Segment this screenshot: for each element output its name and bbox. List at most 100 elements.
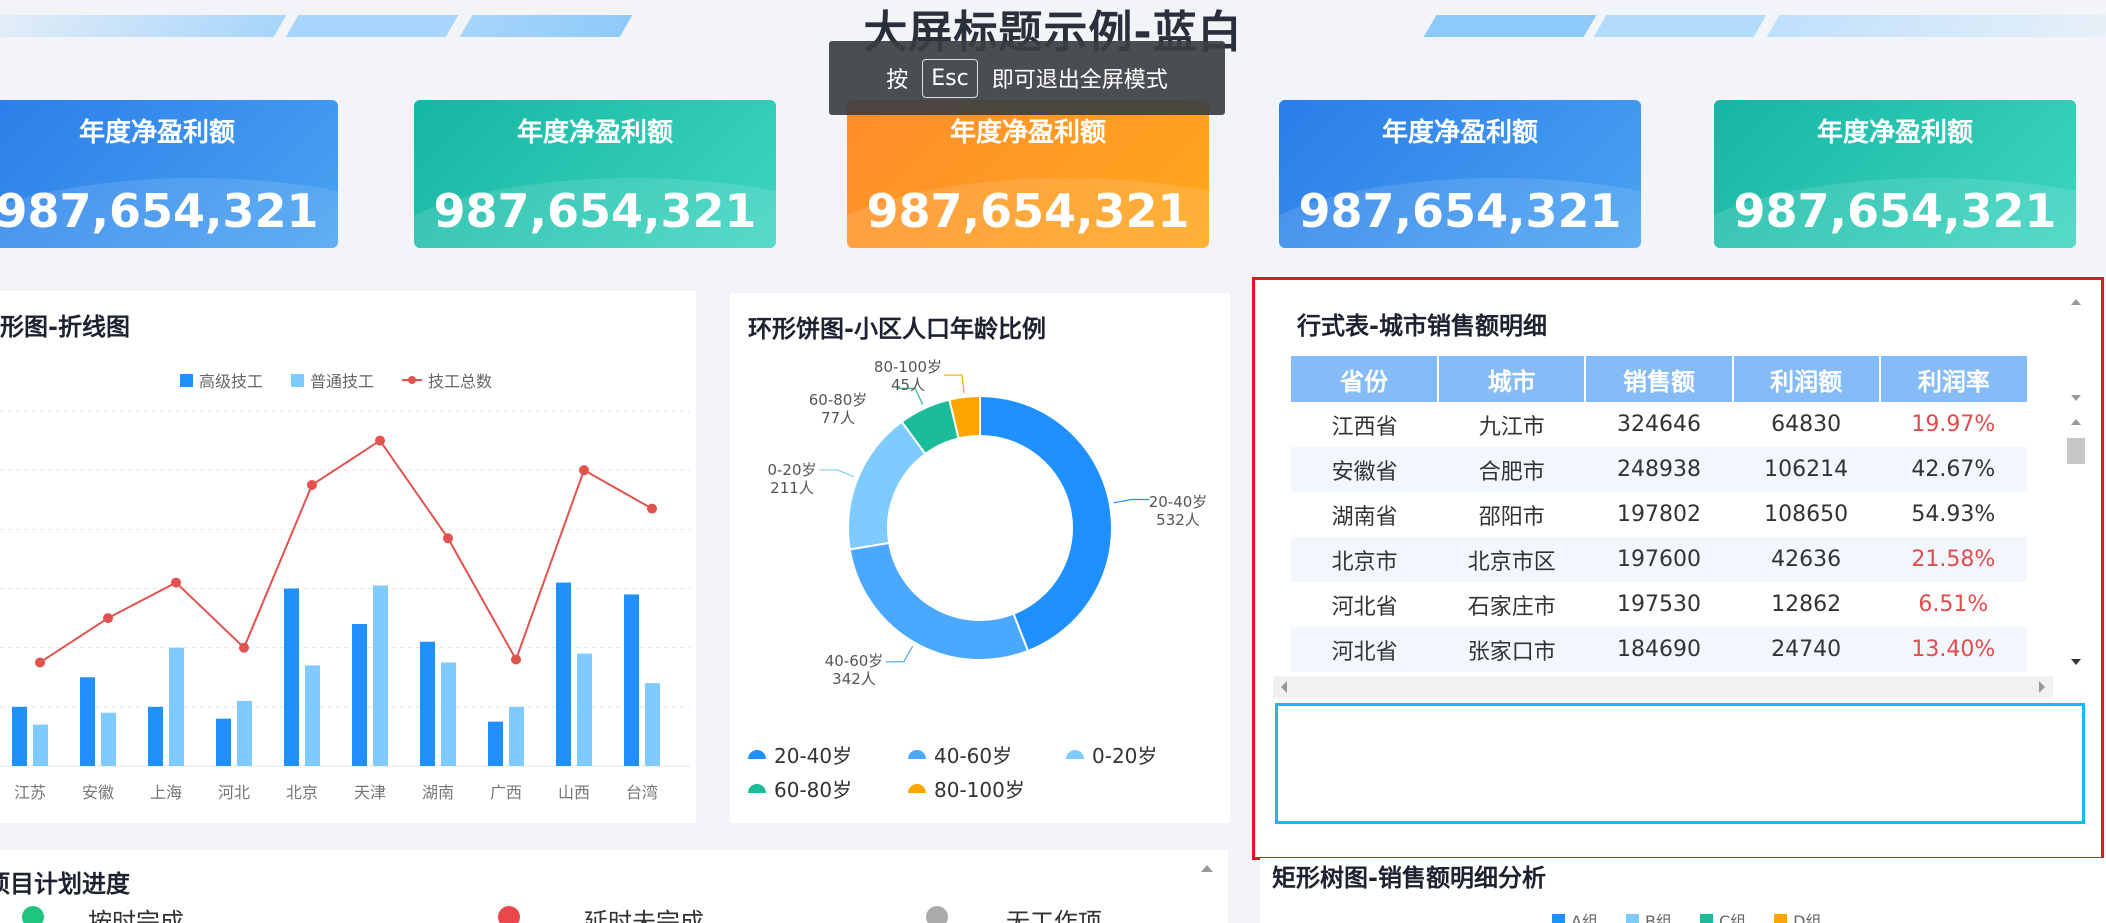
cell-margin: 13.40% bbox=[1879, 627, 2027, 672]
scrollbar-graphic bbox=[1281, 681, 2045, 693]
legend-swatch bbox=[1699, 913, 1713, 923]
total-point bbox=[647, 503, 657, 514]
scroll-down-arrow[interactable] bbox=[2071, 395, 2081, 401]
cell-margin: 54.93% bbox=[1911, 502, 1996, 527]
scroll-right-arrow[interactable] bbox=[2039, 681, 2045, 693]
scroll-down-arrow[interactable] bbox=[2071, 659, 2081, 665]
cell-profit: 42636 bbox=[1732, 537, 1880, 582]
x-tick-label: 北京 bbox=[286, 783, 318, 802]
treemap-legend[interactable]: A组 B组 C组 D组 bbox=[1552, 908, 1821, 923]
bar-senior bbox=[624, 594, 639, 766]
cell-city: 邵阳市 bbox=[1478, 504, 1545, 530]
legend-label: 80-100岁 bbox=[934, 778, 1025, 802]
donut-legend-item[interactable]: 40-60岁 bbox=[908, 740, 1012, 769]
table-row[interactable]: 安徽省 合肥市 248938 106214 42.67% bbox=[1291, 447, 2027, 492]
donut-legend-item[interactable]: 0-20岁 bbox=[1066, 740, 1157, 769]
cell-margin: 6.51% bbox=[1918, 592, 1989, 617]
x-tick-label: 安徽 bbox=[82, 783, 114, 802]
cell-sales: 197600 bbox=[1585, 537, 1733, 582]
cell-city: 九江市 bbox=[1478, 414, 1545, 440]
bar-senior bbox=[420, 641, 435, 766]
donut-slice-label: 40-60岁 bbox=[825, 652, 884, 670]
column-header[interactable]: 省份 bbox=[1291, 356, 1440, 402]
cell-profit: 12862 bbox=[1771, 592, 1842, 617]
kpi-value: 987,654,321 bbox=[1298, 184, 1622, 238]
donut-slice-label: 60-80岁 bbox=[809, 391, 868, 409]
total-point bbox=[103, 613, 113, 624]
cell-margin: 21.58% bbox=[1879, 537, 2027, 582]
table-row[interactable]: 湖南省 邵阳市 197802 108650 54.93% bbox=[1291, 492, 2027, 537]
legend-label: D组 bbox=[1793, 912, 1822, 923]
scrollbar-graphic bbox=[2067, 299, 2085, 665]
x-tick-label: 湖南 bbox=[422, 783, 454, 802]
column-header[interactable]: 城市 bbox=[1438, 356, 1587, 402]
total-point bbox=[579, 465, 589, 476]
bar-regular bbox=[101, 712, 116, 766]
donut-slice-value: 45人 bbox=[891, 376, 925, 394]
donut-chart: 20-40岁532人 40-60岁342人 0-20岁211人 60-80岁77人 80… bbox=[767, 358, 1207, 688]
legend-item-d[interactable]: D组 bbox=[1774, 908, 1821, 923]
x-tick-label: 上海 bbox=[150, 783, 182, 802]
column-header[interactable]: 利润额 bbox=[1732, 356, 1881, 402]
donut-leader-line bbox=[1113, 498, 1150, 504]
legend-swatch bbox=[1625, 913, 1639, 923]
column-header[interactable]: 利润率 bbox=[1879, 356, 2027, 402]
donut-legend-item[interactable]: 60-80岁 bbox=[748, 774, 852, 803]
legend-label: 20-40岁 bbox=[774, 744, 853, 768]
donut-leader-line bbox=[944, 374, 965, 394]
bar-senior bbox=[488, 721, 503, 766]
donut-legend-item[interactable]: 80-100岁 bbox=[908, 774, 1025, 803]
donut-slice-value: 211人 bbox=[770, 479, 814, 497]
scroll-up-arrow[interactable] bbox=[2071, 299, 2081, 305]
scroll-left-arrow[interactable] bbox=[1281, 681, 1287, 693]
scroll-up-arrow[interactable] bbox=[2071, 419, 2081, 425]
cell-margin: 42.67% bbox=[1879, 447, 2027, 492]
status-delayed-dot bbox=[498, 906, 520, 923]
legend-swatch bbox=[1066, 750, 1084, 759]
legend-swatch bbox=[908, 750, 926, 759]
legend-item-a[interactable]: A组 bbox=[1552, 908, 1598, 923]
x-tick-label: 河北 bbox=[218, 783, 250, 802]
x-tick-label: 台湾 bbox=[626, 783, 658, 802]
donut-slice bbox=[848, 541, 1030, 661]
bar-senior bbox=[556, 582, 571, 766]
table-row[interactable]: 北京市 北京市区 197600 42636 21.58% bbox=[1291, 537, 2027, 582]
cell-sales: 184690 bbox=[1585, 627, 1733, 672]
legend-swatch bbox=[748, 750, 766, 759]
scroll-thumb[interactable] bbox=[2067, 438, 2085, 464]
fullscreen-exit-toast: 按 Esc 即可退出全屏模式 bbox=[829, 41, 1225, 115]
table-row[interactable]: 河北省 石家庄市 197530 12862 6.51% bbox=[1291, 582, 2027, 627]
cell-city: 张家口市 bbox=[1438, 627, 1586, 672]
donut-slice-value: 532人 bbox=[1156, 511, 1200, 529]
table-vertical-scrollbar[interactable] bbox=[2065, 290, 2087, 668]
bar-regular bbox=[373, 585, 388, 766]
donut-legend-item[interactable]: 20-40岁 bbox=[748, 740, 852, 769]
column-header[interactable]: 销售额 bbox=[1585, 356, 1734, 402]
table-horizontal-scrollbar[interactable] bbox=[1273, 676, 2053, 698]
x-tick-label: 天津 bbox=[354, 783, 386, 802]
x-tick-label: 江苏 bbox=[14, 783, 46, 802]
legend-item-c[interactable]: C组 bbox=[1699, 908, 1746, 923]
legend-label: 60-80岁 bbox=[774, 778, 853, 802]
kpi-label: 年度净盈利额 bbox=[78, 118, 235, 148]
donut-chart-title: 环形饼图-小区人口年龄比例 bbox=[748, 315, 1046, 343]
bar-regular bbox=[305, 665, 320, 766]
table-header-row: 省份 城市 销售额 利润额 利润率 bbox=[1291, 356, 2027, 402]
donut-slice-label: 0-20岁 bbox=[767, 461, 816, 479]
table-row[interactable]: 河北省 张家口市 184690 24740 13.40% bbox=[1291, 627, 2027, 672]
kpi-label: 年度净盈利额 bbox=[1816, 118, 1973, 148]
bar-senior bbox=[12, 706, 27, 766]
cell-city: 合肥市 bbox=[1438, 447, 1586, 492]
progress-scrollbar[interactable] bbox=[1192, 856, 1222, 923]
kpi-label: 年度净盈利额 bbox=[1381, 118, 1538, 148]
table-row[interactable]: 江西省 九江市 324646 64830 19.97% bbox=[1291, 402, 2027, 447]
donut-leader-line bbox=[819, 469, 855, 478]
kpi-label: 年度净盈利额 bbox=[949, 118, 1106, 148]
legend-item-b[interactable]: B组 bbox=[1625, 908, 1672, 923]
status-none-dot bbox=[926, 906, 948, 923]
project-progress-panel: 项目计划进度 按时完成 延时未完成 无工作项 bbox=[0, 850, 1228, 923]
legend-label: 0-20岁 bbox=[1092, 744, 1158, 768]
scroll-up-arrow[interactable] bbox=[1201, 865, 1213, 872]
bar-regular bbox=[509, 706, 524, 766]
cell-margin: 19.97% bbox=[1911, 412, 1996, 437]
